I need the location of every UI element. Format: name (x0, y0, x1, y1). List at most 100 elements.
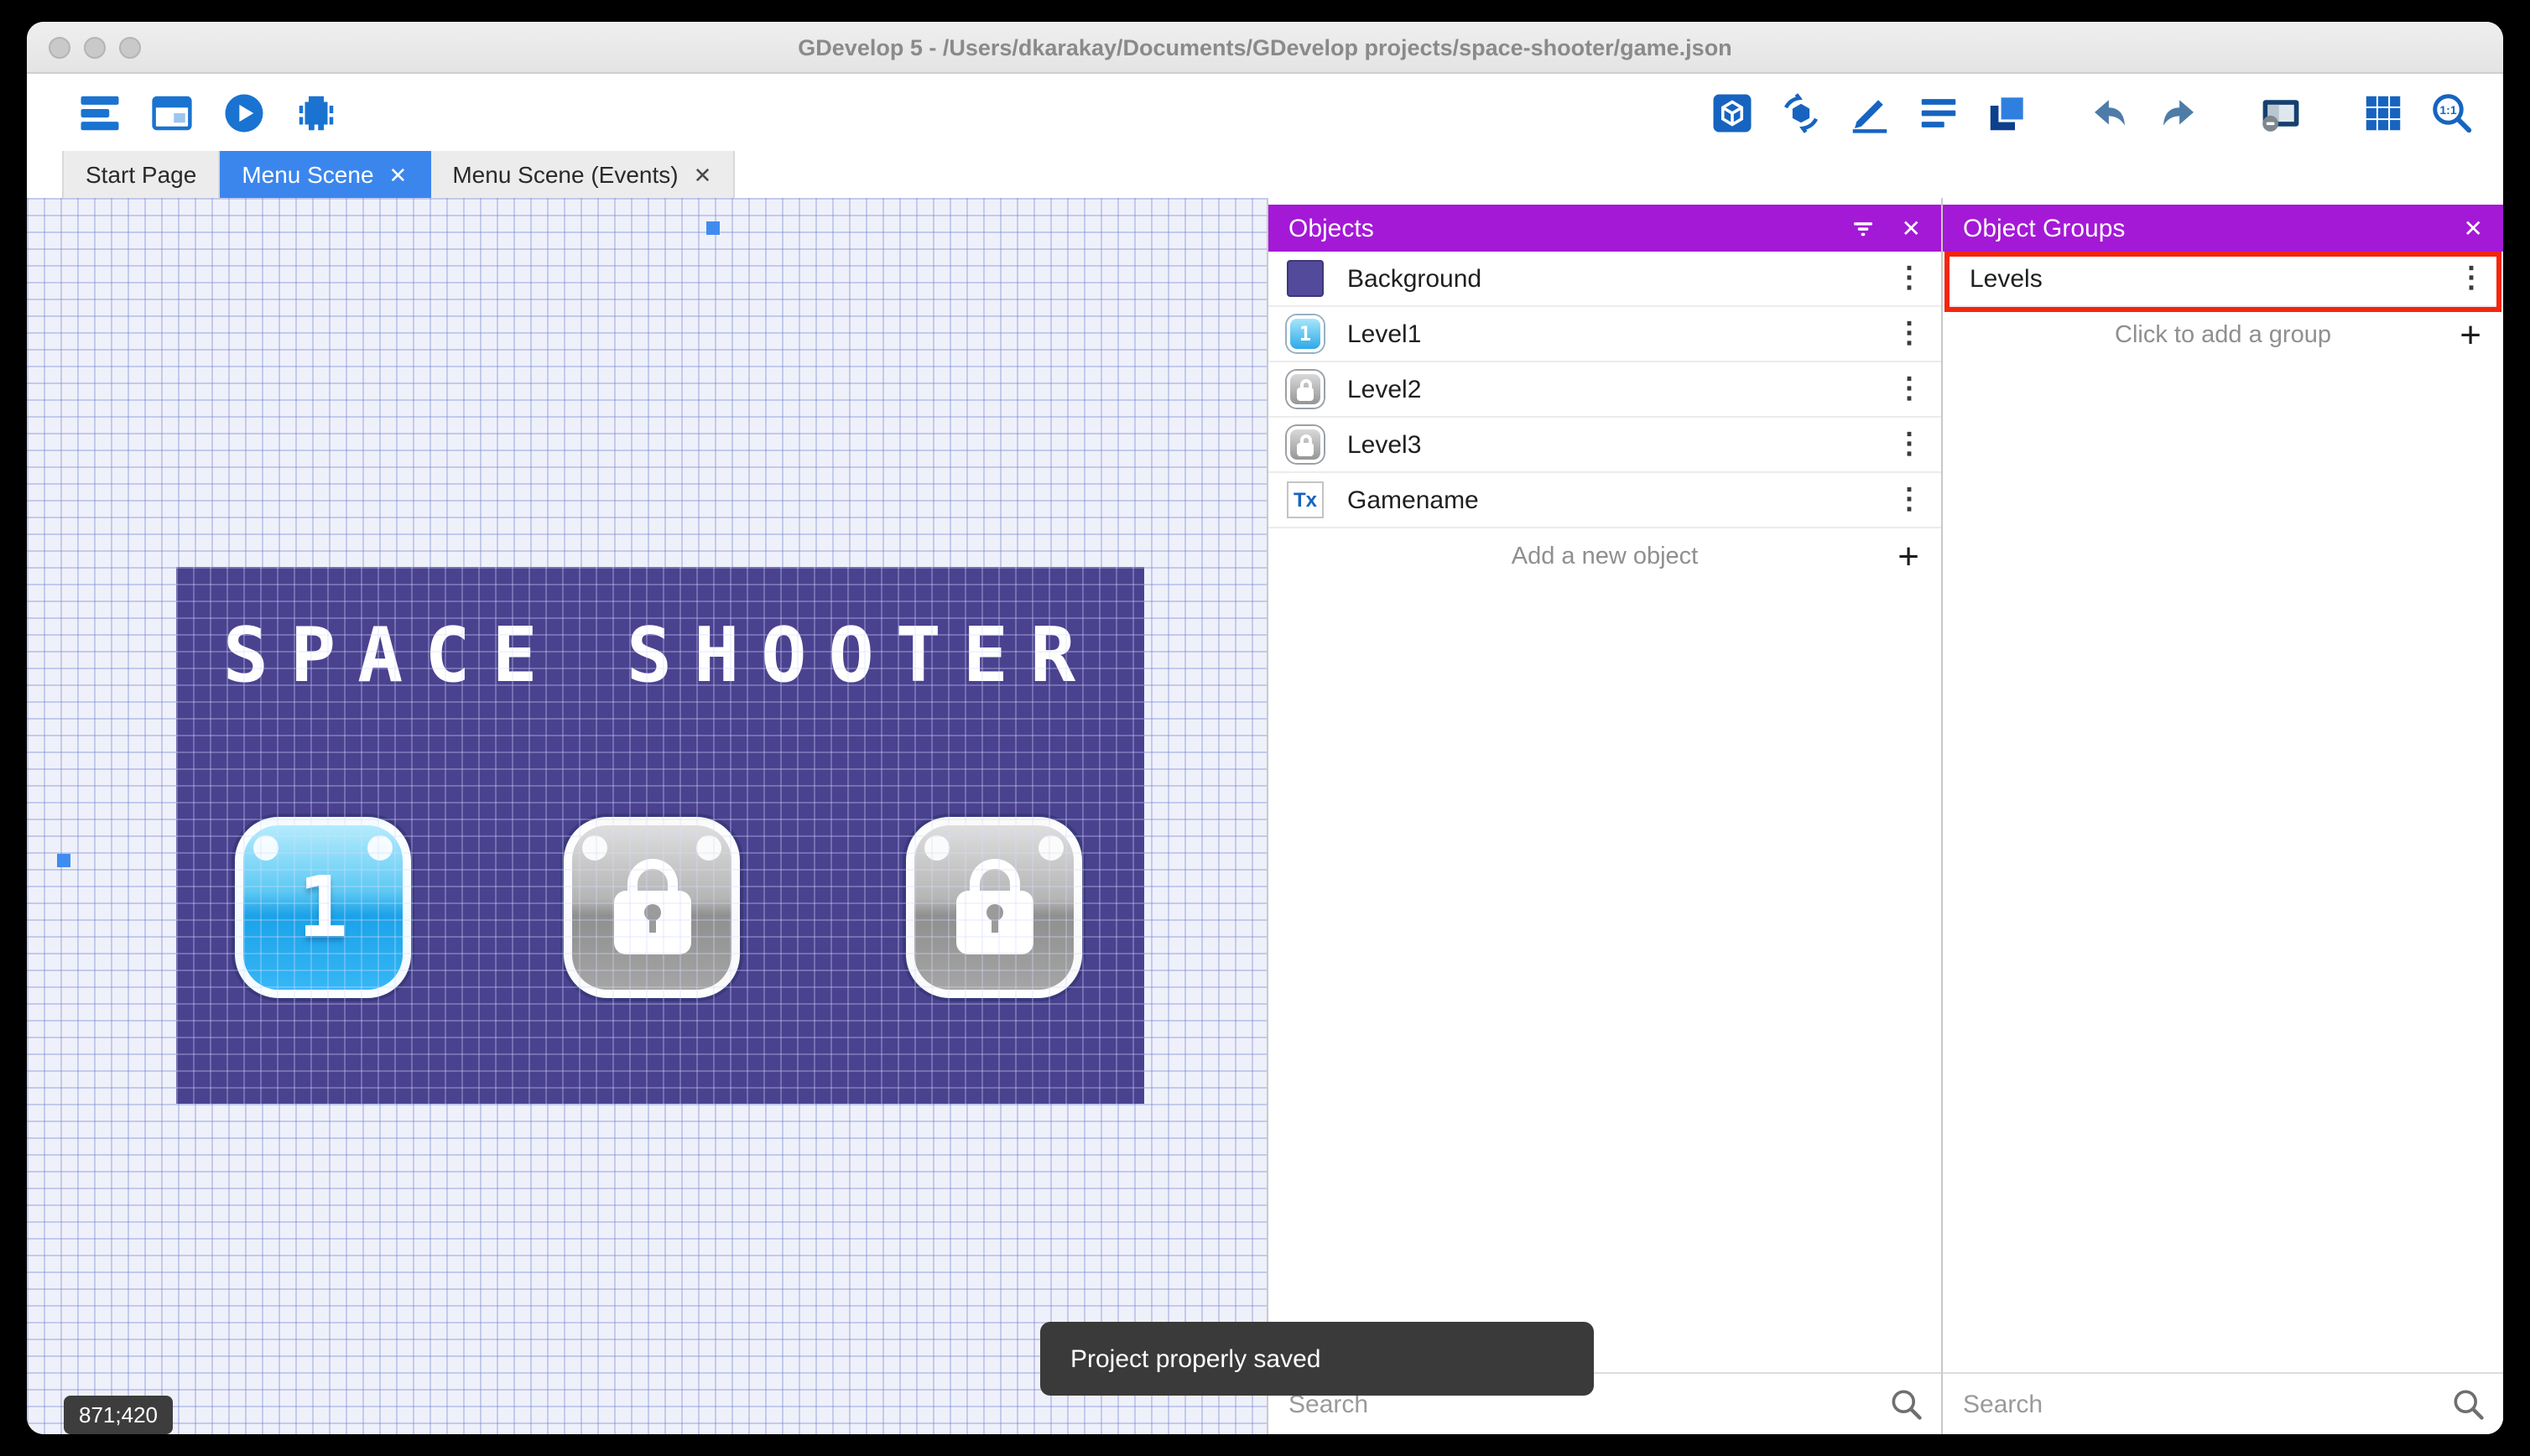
button-shine-dot (367, 835, 393, 861)
button-shine-dot (696, 835, 721, 861)
redo-icon[interactable] (2153, 87, 2203, 138)
objects-panel: Objects ✕ Background ⋮ 1 Level1 (1268, 198, 1941, 1434)
close-window-button[interactable] (49, 36, 70, 58)
search-icon (1887, 1386, 1924, 1422)
add-group-label: Click to add a group (2115, 321, 2331, 348)
object-groups-panel: Object Groups ✕ Levels ⋮ Click to add a … (1943, 198, 2503, 1434)
button-shine-dot (1039, 835, 1064, 861)
close-icon[interactable]: ✕ (2464, 214, 2483, 242)
object-row-gamename[interactable]: Tx Gamename ⋮ (1268, 473, 1941, 528)
cursor-coordinates-badge: 871;420 (64, 1396, 173, 1434)
level3-button-instance[interactable] (906, 817, 1082, 998)
objects-list: Background ⋮ 1 Level1 ⋮ Level2 ⋮ (1268, 252, 1941, 1434)
tab-label: Menu Scene (Events) (452, 161, 678, 188)
undo-icon[interactable] (2084, 87, 2134, 138)
tab-start-page[interactable]: Start Page (62, 151, 220, 198)
editor-content: SPACE SHOOTER 1 (27, 198, 2503, 1434)
object-name: Level3 (1347, 430, 1894, 459)
main-toolbar: 1:1 (27, 74, 2503, 151)
project-manager-icon[interactable] (74, 87, 124, 138)
lock-object-icon (1285, 424, 1325, 465)
window-mask-icon[interactable] (2255, 87, 2305, 138)
object-name: Level2 (1347, 375, 1894, 403)
grid-icon[interactable] (2357, 87, 2408, 138)
scene-background-instance[interactable]: SPACE SHOOTER 1 (176, 567, 1144, 1104)
object-groups-icon[interactable] (1775, 87, 1825, 138)
selection-handle[interactable] (57, 854, 70, 867)
tab-menu-scene-events[interactable]: Menu Scene (Events) ✕ (430, 151, 735, 198)
screenshot-stage: GDevelop 5 - /Users/dkarakay/Documents/G… (0, 0, 2530, 1456)
object-menu-icon[interactable]: ⋮ (1894, 483, 1924, 517)
group-menu-icon[interactable]: ⋮ (2456, 262, 2486, 295)
debugger-icon[interactable] (290, 87, 341, 138)
editor-tab-bar: Start Page Menu Scene ✕ Menu Scene (Even… (27, 151, 2503, 198)
close-icon[interactable]: ✕ (1902, 214, 1921, 242)
objects-panel-header: Objects ✕ (1268, 205, 1941, 252)
object-groups-panel-title: Object Groups (1963, 214, 2444, 242)
plus-icon[interactable]: + (1898, 534, 1919, 578)
add-group-button[interactable]: Click to add a group + (1943, 307, 2503, 362)
play-icon[interactable] (218, 87, 268, 138)
svg-text:1:1: 1:1 (2439, 102, 2455, 116)
button-shine-dot (253, 835, 279, 861)
level1-object-icon: 1 (1285, 314, 1325, 354)
object-name: Gamename (1347, 486, 1894, 514)
lock-icon (613, 891, 690, 954)
instances-list-icon[interactable] (1913, 87, 1963, 138)
properties-icon[interactable] (1844, 87, 1894, 138)
keyhole-shape (986, 904, 1002, 921)
object-menu-icon[interactable]: ⋮ (1894, 262, 1924, 295)
group-name: Levels (1960, 264, 2456, 293)
title-bar: GDevelop 5 - /Users/dkarakay/Documents/G… (27, 22, 2503, 74)
objects-editor-icon[interactable] (1706, 87, 1757, 138)
object-row-level1[interactable]: 1 Level1 ⋮ (1268, 307, 1941, 362)
zoom-window-button[interactable] (119, 36, 141, 58)
filter-icon[interactable] (1845, 210, 1882, 247)
tab-label: Start Page (86, 161, 196, 188)
layers-icon[interactable] (1981, 87, 2032, 138)
window-title: GDevelop 5 - /Users/dkarakay/Documents/G… (798, 34, 1731, 60)
close-icon[interactable]: ✕ (694, 164, 712, 185)
object-menu-icon[interactable]: ⋮ (1894, 372, 1924, 406)
level1-digit: 1 (298, 859, 348, 956)
scene-canvas[interactable]: SPACE SHOOTER 1 (27, 198, 1267, 1434)
zoom-1-1-icon[interactable]: 1:1 (2426, 87, 2476, 138)
text-object-icon: Tx (1285, 480, 1325, 520)
add-object-label: Add a new object (1512, 543, 1699, 569)
objects-panel-title: Objects (1288, 214, 1845, 242)
traffic-lights (49, 22, 141, 72)
selection-handle[interactable] (706, 221, 720, 235)
toolbar-right-group: 1:1 (1706, 87, 2476, 138)
save-toast: Project properly saved (1040, 1322, 1594, 1396)
start-page-icon[interactable] (146, 87, 196, 138)
plus-icon[interactable]: + (2460, 313, 2481, 356)
level1-button-instance[interactable]: 1 (235, 817, 411, 998)
search-icon (2449, 1386, 2486, 1422)
object-name: Level1 (1347, 320, 1894, 348)
add-object-button[interactable]: Add a new object + (1268, 528, 1941, 584)
object-name: Background (1347, 264, 1894, 293)
object-menu-icon[interactable]: ⋮ (1894, 317, 1924, 351)
object-row-background[interactable]: Background ⋮ (1268, 252, 1941, 307)
background-object-icon (1285, 258, 1325, 299)
groups-search-input[interactable] (1943, 1390, 2449, 1418)
tab-label: Menu Scene (242, 161, 373, 188)
scene-title-text[interactable]: SPACE SHOOTER (176, 611, 1144, 699)
keyhole-shape (643, 904, 660, 921)
button-shine-dot (924, 835, 950, 861)
object-groups-panel-header: Object Groups ✕ (1943, 205, 2503, 252)
close-icon[interactable]: ✕ (389, 164, 408, 185)
group-row-levels[interactable]: Levels ⋮ (1943, 252, 2503, 307)
groups-search-bar (1943, 1372, 2503, 1434)
minimize-window-button[interactable] (84, 36, 106, 58)
gdevelop-window: GDevelop 5 - /Users/dkarakay/Documents/G… (27, 22, 2503, 1434)
tabs-group: Start Page Menu Scene ✕ Menu Scene (Even… (62, 151, 735, 198)
object-menu-icon[interactable]: ⋮ (1894, 428, 1924, 461)
tab-menu-scene[interactable]: Menu Scene ✕ (220, 151, 430, 198)
object-row-level2[interactable]: Level2 ⋮ (1268, 362, 1941, 418)
object-row-level3[interactable]: Level3 ⋮ (1268, 418, 1941, 473)
level2-button-instance[interactable] (564, 817, 740, 998)
button-shine-dot (582, 835, 607, 861)
toolbar-left-group (74, 87, 341, 138)
groups-list: Levels ⋮ Click to add a group + (1943, 252, 2503, 1434)
